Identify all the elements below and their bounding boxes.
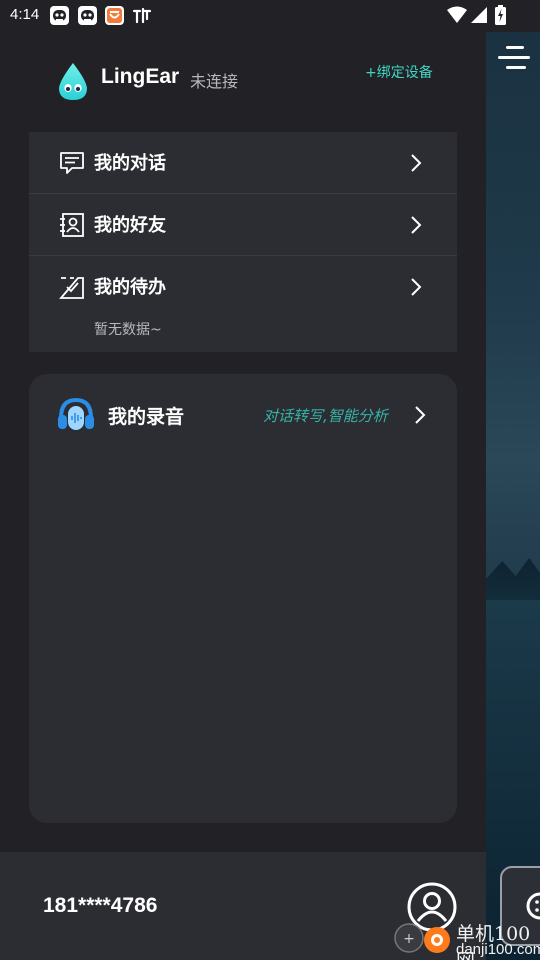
wifi-icon xyxy=(447,6,467,28)
drawer-header: LingEar 未连接 +绑定设备 xyxy=(0,32,486,132)
recordings-hint: 对话转写,智能分析 xyxy=(263,407,388,425)
signal-icon xyxy=(470,6,488,28)
status-time: 4:14 xyxy=(10,6,40,23)
phone-number: 181****4786 xyxy=(43,894,158,917)
svg-text:+: + xyxy=(403,931,415,947)
menu-item-conversations[interactable]: 我的对话 xyxy=(29,132,457,194)
recordings-card[interactable]: 我的录音 对话转写,智能分析 xyxy=(29,374,457,823)
navigation-drawer: LingEar 未连接 +绑定设备 我的对话 我的好友 我的待办 暂无数据~ 我… xyxy=(0,32,486,960)
headphone-icon xyxy=(57,396,95,432)
chevron-right-icon xyxy=(409,215,423,235)
menu-item-label: 我的好友 xyxy=(94,215,166,236)
recordings-label: 我的录音 xyxy=(108,406,185,428)
app-notification-icon xyxy=(50,6,69,25)
bind-device-button[interactable]: +绑定设备 xyxy=(365,62,433,82)
water-drop-mascot-icon xyxy=(56,62,90,102)
app-notification-icon xyxy=(78,6,97,25)
brand-name: LingEar xyxy=(101,65,180,88)
contacts-icon xyxy=(59,212,85,238)
watermark-logo: + xyxy=(392,916,452,960)
chevron-right-icon xyxy=(413,405,427,425)
todo-empty-text: 暂无数据~ xyxy=(94,322,162,338)
battery-charging-icon xyxy=(495,5,506,29)
menu-card: 我的对话 我的好友 我的待办 暂无数据~ xyxy=(29,132,457,352)
chat-bubble-icon xyxy=(59,150,85,176)
menu-item-label: 我的待办 xyxy=(94,277,166,298)
connection-status: 未连接 xyxy=(190,72,239,91)
chevron-right-icon xyxy=(409,277,423,297)
main-background xyxy=(486,0,540,960)
menu-item-todos[interactable]: 我的待办 暂无数据~ xyxy=(29,256,457,352)
tune-icon xyxy=(132,7,152,25)
menu-item-friends[interactable]: 我的好友 xyxy=(29,194,457,256)
todo-check-icon xyxy=(59,274,85,300)
hamburger-menu-icon[interactable] xyxy=(496,40,532,76)
chevron-right-icon xyxy=(409,153,423,173)
app-notification-icon xyxy=(105,6,124,25)
watermark-url: danji100.com xyxy=(456,941,540,958)
menu-item-label: 我的对话 xyxy=(94,153,166,174)
status-bar: 4:14 xyxy=(0,0,540,32)
